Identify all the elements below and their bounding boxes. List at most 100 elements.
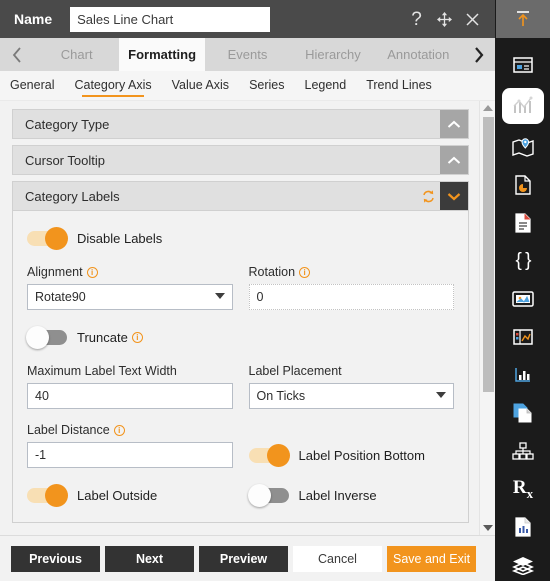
disable-labels-toggle[interactable] xyxy=(27,226,68,250)
label-position-bottom-toggle[interactable] xyxy=(248,443,290,467)
tab-events[interactable]: Events xyxy=(204,38,291,71)
row-distance-positionbottom: Label Distance i Label Position Bottom xyxy=(27,423,454,468)
settings-scrollbar[interactable] xyxy=(479,101,495,535)
previous-button[interactable]: Previous xyxy=(11,545,100,572)
section-category-labels: Category Labels Disable Labels Alignment… xyxy=(12,181,469,523)
col-truncate-spacer xyxy=(249,324,455,350)
alignment-select[interactable]: Rotate90 xyxy=(27,284,233,310)
col-label-distance: Label Distance i xyxy=(27,423,233,468)
hierarchy-icon[interactable] xyxy=(501,432,545,470)
alignment-select-value: Rotate90 xyxy=(35,290,86,304)
collapse-up-icon[interactable] xyxy=(496,0,550,38)
report-icon[interactable] xyxy=(501,508,545,546)
section-category-labels-chevron-down-icon[interactable] xyxy=(440,182,468,210)
subtab-legend[interactable]: Legend xyxy=(303,75,349,97)
layers-icon[interactable] xyxy=(501,546,545,581)
col-rotation: Rotation i xyxy=(248,265,455,310)
settings-scroll-content: Category Type Cursor Tooltip Category La… xyxy=(0,101,479,535)
save-and-exit-button[interactable]: Save and Exit xyxy=(387,545,477,572)
move-icon[interactable] xyxy=(436,11,453,28)
tab-chart[interactable]: Chart xyxy=(34,38,120,71)
media-panel-icon[interactable] xyxy=(501,318,545,356)
section-cursor-tooltip-header[interactable]: Cursor Tooltip xyxy=(13,146,468,174)
right-toolbar: { } Rx xyxy=(496,0,550,581)
col-label-outside: Label Outside xyxy=(27,482,233,508)
dashboard-panel-icon[interactable] xyxy=(501,46,545,84)
subtab-general[interactable]: General xyxy=(8,75,56,97)
label-inverse-toggle[interactable] xyxy=(247,483,289,507)
copy-page-icon[interactable] xyxy=(501,394,545,432)
section-category-type-header[interactable]: Category Type xyxy=(13,110,468,138)
chart-icon[interactable] xyxy=(502,88,544,124)
dialog-titlebar: Name ? xyxy=(0,0,495,38)
section-category-type-chevron-up-icon[interactable] xyxy=(440,110,468,138)
info-icon[interactable]: i xyxy=(131,331,143,343)
refresh-icon[interactable] xyxy=(416,182,440,210)
truncate-label: Truncate xyxy=(77,329,128,345)
label-placement-select-wrap: On Ticks xyxy=(248,383,454,409)
triangle-up xyxy=(483,105,493,111)
row-maxwidth-placement: Maximum Label Text Width Label Placement xyxy=(27,364,454,409)
label-position-bottom-spacer xyxy=(249,423,455,437)
max-label-text-width-label-wrap: Maximum Label Text Width xyxy=(27,364,233,378)
disable-labels-toggle-row: Disable Labels xyxy=(27,225,233,251)
document-text-icon[interactable] xyxy=(501,204,545,242)
label-distance-input[interactable] xyxy=(27,442,233,468)
label-placement-label: Label Placement xyxy=(248,364,342,378)
scroll-up-icon[interactable] xyxy=(480,101,495,115)
subtab-series[interactable]: Series xyxy=(247,75,286,97)
tab-formatting[interactable]: Formatting xyxy=(119,38,205,71)
col-label-inverse: Label Inverse xyxy=(247,482,455,508)
truncate-toggle[interactable] xyxy=(26,325,67,349)
label-placement-select-value: On Ticks xyxy=(256,389,306,403)
toggle-knob xyxy=(266,443,290,467)
row-outside-inverse: Label Outside Label Inverse xyxy=(27,482,454,508)
code-braces-icon[interactable]: { } xyxy=(501,242,545,280)
prescription-icon[interactable]: Rx xyxy=(501,470,545,508)
tabs-scroll-right-icon[interactable] xyxy=(461,38,496,71)
main-tabbar: Chart Formatting Events Hierarchy Annota… xyxy=(0,38,496,71)
help-icon[interactable]: ? xyxy=(408,10,425,29)
section-category-labels-header[interactable]: Category Labels xyxy=(13,182,468,210)
gauge-icon[interactable] xyxy=(501,356,545,394)
info-icon[interactable]: i xyxy=(113,424,125,436)
document-chart-icon[interactable] xyxy=(501,166,545,204)
label-distance-label-wrap: Label Distance i xyxy=(27,423,233,437)
info-icon[interactable]: i xyxy=(299,266,311,278)
tab-events-label: Events xyxy=(227,47,268,62)
name-input[interactable] xyxy=(70,6,271,32)
info-icon[interactable]: i xyxy=(86,266,98,278)
section-category-type: Category Type xyxy=(12,109,469,139)
tabs-scroll-left-icon[interactable] xyxy=(0,38,34,71)
scrollbar-thumb[interactable] xyxy=(483,117,494,392)
scroll-down-icon[interactable] xyxy=(480,521,495,535)
toggle-knob xyxy=(45,483,68,507)
subtab-category-axis-label: Category Axis xyxy=(74,77,152,92)
next-button[interactable]: Next xyxy=(105,545,194,572)
section-cursor-tooltip: Cursor Tooltip xyxy=(12,145,469,175)
tab-annotation[interactable]: Annotation xyxy=(375,38,462,71)
col-label-placement: Label Placement On Ticks xyxy=(248,364,455,409)
rotation-label-wrap: Rotation i xyxy=(249,265,455,279)
label-placement-label-wrap: Label Placement xyxy=(249,364,455,378)
cancel-button[interactable]: Cancel xyxy=(293,545,382,572)
tab-hierarchy[interactable]: Hierarchy xyxy=(290,38,376,71)
preview-button[interactable]: Preview xyxy=(199,545,288,572)
subtab-trend-lines[interactable]: Trend Lines xyxy=(364,75,434,97)
image-icon[interactable] xyxy=(501,280,545,318)
close-icon[interactable] xyxy=(464,11,481,28)
label-placement-select[interactable]: On Ticks xyxy=(248,383,454,409)
subtab-category-axis[interactable]: Category Axis xyxy=(72,75,153,97)
label-outside-toggle[interactable] xyxy=(27,483,68,507)
section-category-labels-body: Disable Labels Alignment i Rotate90 Rota… xyxy=(13,210,468,522)
map-icon[interactable] xyxy=(501,128,545,166)
max-label-text-width-input[interactable] xyxy=(27,383,233,409)
titlebar-actions: ? xyxy=(408,10,489,29)
tab-formatting-label: Formatting xyxy=(128,47,197,62)
tab-hierarchy-label: Hierarchy xyxy=(305,47,361,62)
section-cursor-tooltip-chevron-up-icon[interactable] xyxy=(440,146,468,174)
disable-labels-label: Disable Labels xyxy=(77,230,163,246)
toggle-knob xyxy=(247,483,271,507)
subtab-value-axis[interactable]: Value Axis xyxy=(170,75,231,97)
rotation-input[interactable] xyxy=(248,284,454,310)
